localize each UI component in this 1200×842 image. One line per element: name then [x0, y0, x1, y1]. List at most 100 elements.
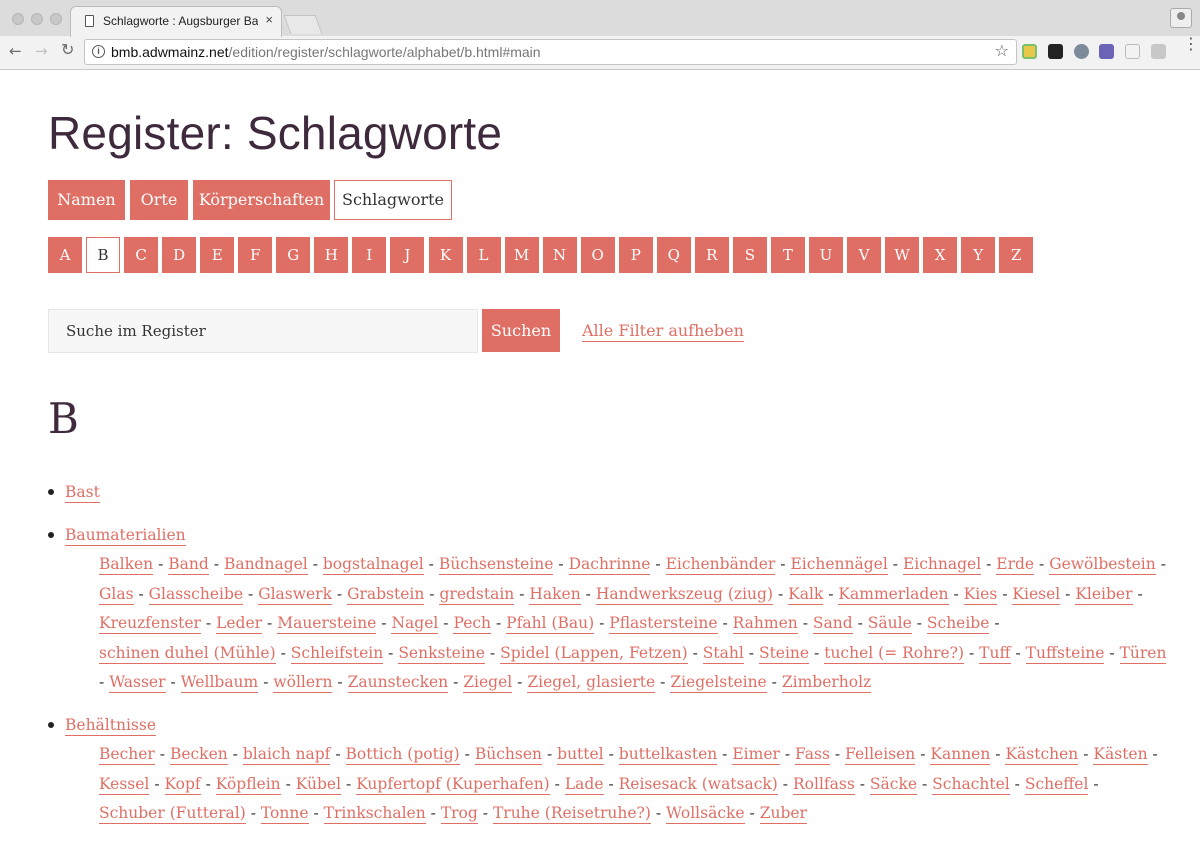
subterm-link[interactable]: Tonne [260, 804, 309, 824]
letter-f[interactable]: F [238, 237, 273, 273]
subterm-link[interactable]: Zuber [759, 804, 807, 824]
tab-schlagworte[interactable]: Schlagworte [334, 180, 452, 220]
subterm-link[interactable]: Ziegel [463, 673, 513, 693]
subterm-link[interactable]: Kupfertopf (Kuperhafen) [356, 774, 550, 795]
extension-jb-icon[interactable] [1048, 44, 1063, 59]
subterm-link[interactable]: Wollsäcke [666, 804, 745, 824]
letter-p[interactable]: P [618, 237, 653, 273]
info-icon[interactable]: i [92, 45, 105, 58]
subterm-link[interactable]: Kreuzfenster [99, 614, 201, 634]
letter-r[interactable]: R [694, 237, 729, 273]
subterm-link[interactable]: Eichnagel [902, 555, 982, 575]
letter-c[interactable]: C [124, 237, 159, 273]
letter-i[interactable]: I [352, 237, 387, 273]
subterm-link[interactable]: schinen duhel (Mühle) [99, 643, 276, 664]
browser-menu-icon[interactable]: ⋮ [1183, 36, 1199, 52]
subterm-link[interactable]: Zaunstecken [347, 673, 449, 693]
subterm-link[interactable]: Truhe (Reisetruhe?) [492, 804, 651, 824]
subterm-link[interactable]: Fass [795, 745, 830, 765]
subterm-link[interactable]: Becher [99, 745, 155, 765]
subterm-link[interactable]: Kalk [788, 584, 824, 605]
letter-w[interactable]: W [885, 237, 920, 273]
subterm-link[interactable]: Eimer [732, 745, 780, 765]
letter-n[interactable]: N [542, 237, 577, 273]
new-tab-button[interactable] [283, 15, 323, 34]
subterm-link[interactable]: Kiesel [1012, 584, 1061, 605]
subterm-link[interactable]: wöllern [273, 673, 333, 693]
subterm-link[interactable]: Band [168, 555, 209, 575]
subterm-link[interactable]: Türen [1119, 643, 1167, 664]
subterm-link[interactable]: Dachrinne [568, 555, 651, 575]
subterm-link[interactable]: Scheibe [926, 614, 990, 634]
url-text[interactable]: bmb.adwmainz.net/edition/register/schlag… [111, 44, 541, 60]
letter-k[interactable]: K [428, 237, 463, 273]
subterm-link[interactable]: Köpflein [215, 774, 281, 795]
subterm-link[interactable]: Trinkschalen [323, 804, 426, 824]
letter-o[interactable]: O [580, 237, 615, 273]
subterm-link[interactable]: Tuffsteine [1025, 643, 1105, 664]
subterm-link[interactable]: Mauersteine [277, 614, 377, 634]
subterm-link[interactable]: Handwerkszeug (ziug) [595, 584, 773, 605]
subterm-link[interactable]: Pfahl (Bau) [506, 614, 595, 634]
subterm-link[interactable]: buttel [557, 745, 604, 765]
letter-u[interactable]: U [809, 237, 843, 273]
subterm-link[interactable]: Trog [440, 804, 478, 824]
register-term-link[interactable]: Bast [65, 483, 100, 503]
letter-d[interactable]: D [162, 237, 197, 273]
subterm-link[interactable]: Stahl [702, 643, 744, 664]
subterm-link[interactable]: Senksteine [398, 643, 485, 664]
subterm-link[interactable]: Rahmen [732, 614, 798, 634]
subterm-link[interactable]: Kies [963, 584, 998, 605]
subterm-link[interactable]: Glas [99, 584, 134, 605]
subterm-link[interactable]: Kammerladen [838, 584, 949, 605]
subterm-link[interactable]: Pech [453, 614, 492, 634]
letter-z[interactable]: Z [999, 237, 1034, 273]
subterm-link[interactable]: buttelkasten [618, 745, 718, 765]
subterm-link[interactable]: Kübel [295, 774, 342, 795]
subterm-link[interactable]: Kopf [164, 774, 201, 795]
subterm-link[interactable]: Glasscheibe [148, 584, 244, 605]
subterm-link[interactable]: blaich napf [242, 745, 331, 765]
letter-x[interactable]: X [923, 237, 958, 273]
subterm-link[interactable]: Schuber (Futteral) [99, 804, 246, 824]
letter-j[interactable]: J [390, 237, 425, 273]
subterm-link[interactable]: Becken [169, 745, 228, 765]
subterm-link[interactable]: Bandnagel [223, 555, 308, 575]
subterm-link[interactable]: Wellbaum [180, 673, 259, 693]
subterm-link[interactable]: Nagel [391, 614, 439, 634]
back-button[interactable]: ← [9, 42, 22, 60]
extension-cube-icon[interactable] [1022, 44, 1037, 59]
search-input[interactable] [48, 309, 478, 353]
register-term-link[interactable]: Behältnisse [65, 715, 156, 736]
subterm-link[interactable]: Kleiber [1075, 584, 1133, 605]
letter-s[interactable]: S [732, 237, 767, 273]
subterm-link[interactable]: Felleisen [845, 745, 916, 765]
subterm-link[interactable]: Glaswerk [258, 584, 332, 605]
letter-m[interactable]: M [504, 237, 539, 273]
letter-l[interactable]: L [466, 237, 501, 273]
tab-close-icon[interactable]: × [265, 12, 273, 27]
extension-y-icon[interactable] [1151, 44, 1166, 59]
letter-y[interactable]: Y [961, 237, 996, 273]
subterm-link[interactable]: Reisesack (watsack) [618, 774, 778, 795]
subterm-link[interactable]: Kästen [1093, 745, 1148, 765]
subterm-link[interactable]: Lade [564, 774, 604, 795]
subterm-link[interactable]: Ziegelsteine [670, 673, 767, 693]
search-button[interactable]: Suchen [482, 309, 560, 352]
forward-button[interactable]: → [35, 42, 48, 60]
subterm-link[interactable]: Zimberholz [781, 673, 872, 693]
tab-orte[interactable]: Orte [130, 180, 188, 220]
subterm-link[interactable]: Eichenbänder [665, 555, 776, 575]
extension-puzzle-icon[interactable] [1099, 44, 1114, 59]
subterm-link[interactable]: Rollfass [792, 774, 855, 795]
subterm-link[interactable]: Gewölbestein [1049, 555, 1156, 575]
subterm-link[interactable]: Kannen [930, 745, 991, 765]
reset-filters-link[interactable]: Alle Filter aufheben [582, 321, 744, 342]
subterm-link[interactable]: Pflastersteine [609, 614, 718, 634]
subterm-link[interactable]: Sand [812, 614, 853, 634]
subterm-link[interactable]: Bottich (potig) [345, 745, 460, 765]
subterm-link[interactable]: Grabstein [347, 584, 425, 605]
tab-namen[interactable]: Namen [48, 180, 125, 220]
extension-chrome-icon[interactable] [1074, 44, 1089, 59]
letter-g[interactable]: G [276, 237, 311, 273]
